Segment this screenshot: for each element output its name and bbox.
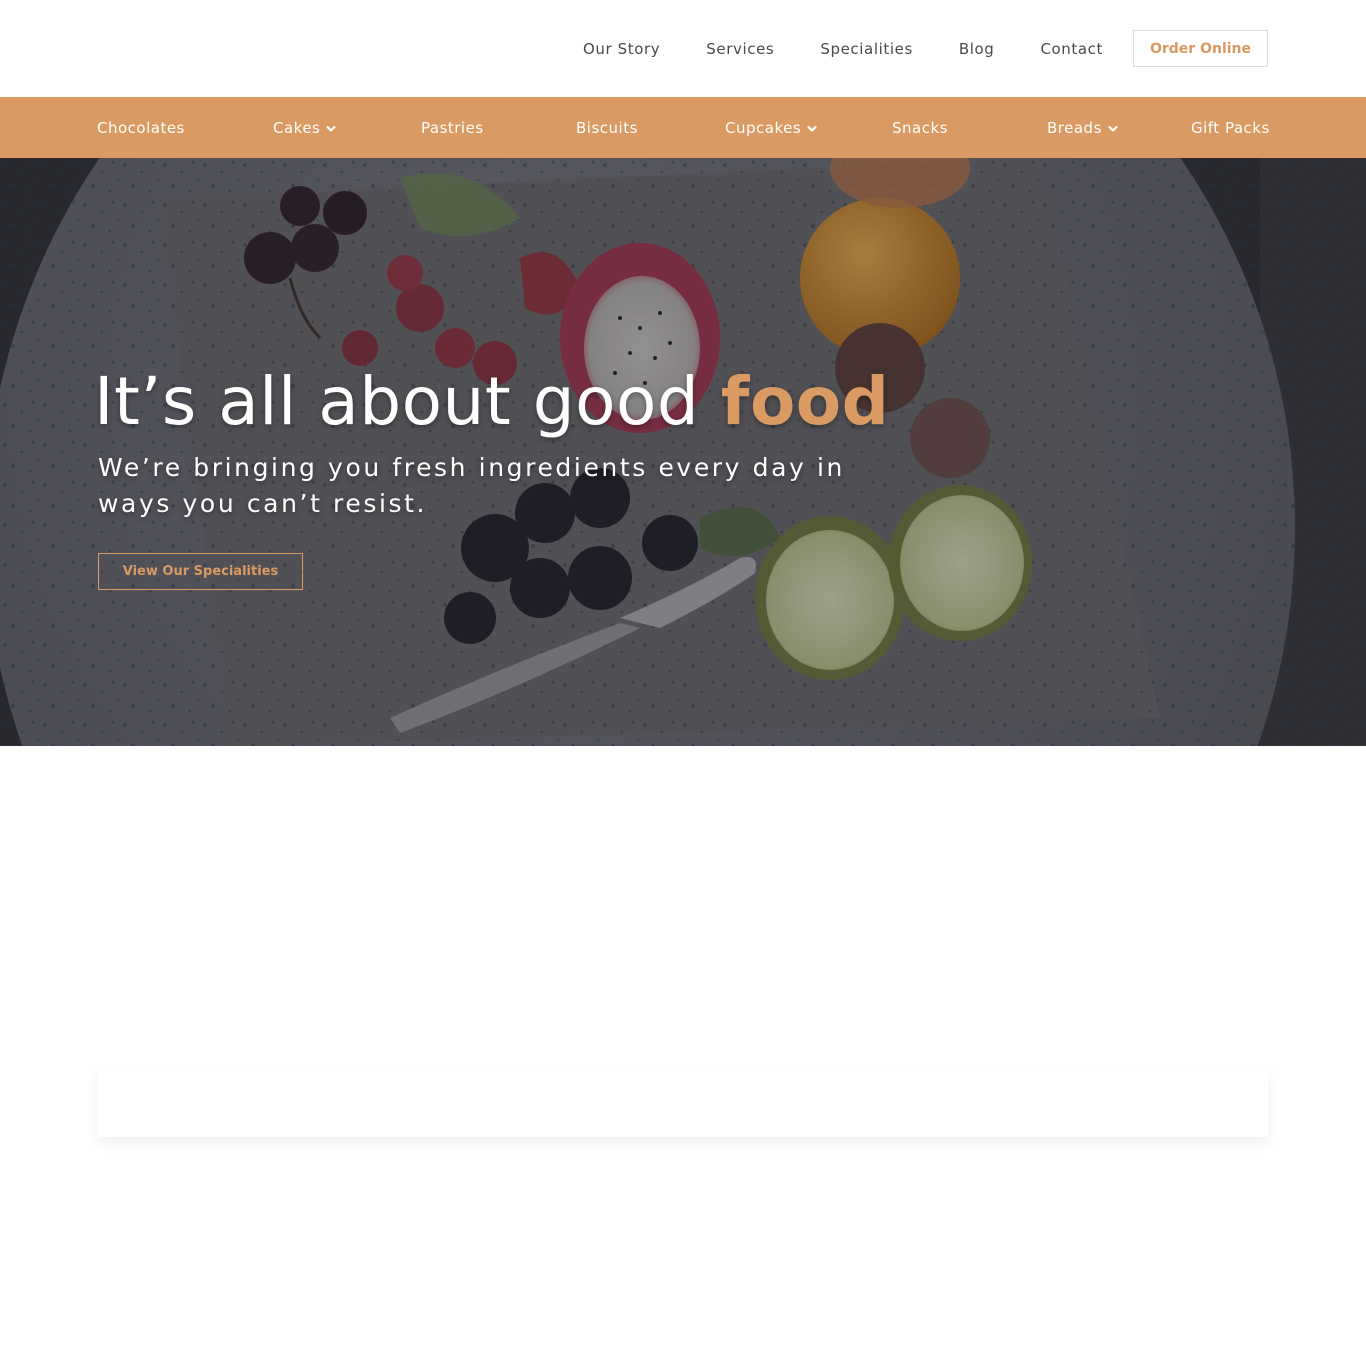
category-snacks[interactable]: Snacks xyxy=(892,97,948,158)
category-breads[interactable]: Breads xyxy=(1047,97,1119,158)
nav-link-blog[interactable]: Blog xyxy=(959,40,995,58)
category-cupcakes[interactable]: Cupcakes xyxy=(725,97,818,158)
hero-subtitle: We’re bringing you fresh ingredients eve… xyxy=(98,453,845,518)
hero-title-accent: food xyxy=(720,363,890,440)
nav-link-our-story[interactable]: Our Story xyxy=(583,40,660,58)
order-online-button[interactable]: Order Online xyxy=(1133,30,1268,67)
category-biscuits[interactable]: Biscuits xyxy=(576,97,638,158)
hero-section: It’s all about good food We’re bringing … xyxy=(0,158,1366,746)
main-nav: Our Story Services Specialities Blog Con… xyxy=(583,30,1268,67)
nav-link-specialities[interactable]: Specialities xyxy=(820,40,913,58)
category-label: Chocolates xyxy=(97,118,185,137)
chevron-down-icon xyxy=(807,125,817,132)
category-label: Gift Packs xyxy=(1191,118,1270,137)
view-specialities-button[interactable]: View Our Specialities xyxy=(98,553,303,590)
nav-link-services[interactable]: Services xyxy=(706,40,774,58)
category-chocolates[interactable]: Chocolates xyxy=(97,97,185,158)
category-pastries[interactable]: Pastries xyxy=(421,97,484,158)
category-label: Snacks xyxy=(892,118,948,137)
category-label: Breads xyxy=(1047,118,1102,137)
category-label: Cakes xyxy=(273,118,321,137)
category-cakes[interactable]: Cakes xyxy=(273,97,337,158)
chevron-down-icon xyxy=(326,125,336,132)
category-label: Cupcakes xyxy=(725,118,802,137)
hero-title: It’s all about good food xyxy=(94,358,889,446)
category-label: Biscuits xyxy=(576,118,638,137)
category-gift-packs[interactable]: Gift Packs xyxy=(1191,97,1270,158)
chevron-down-icon xyxy=(1108,125,1118,132)
category-label: Pastries xyxy=(421,118,484,137)
nav-link-contact[interactable]: Contact xyxy=(1040,40,1103,58)
top-header: Our Story Services Specialities Blog Con… xyxy=(0,0,1366,97)
content-card xyxy=(98,1068,1268,1137)
category-bar: Chocolates Cakes Pastries Biscuits Cupca… xyxy=(0,97,1366,158)
hero-title-main: It’s all about good xyxy=(94,363,721,440)
